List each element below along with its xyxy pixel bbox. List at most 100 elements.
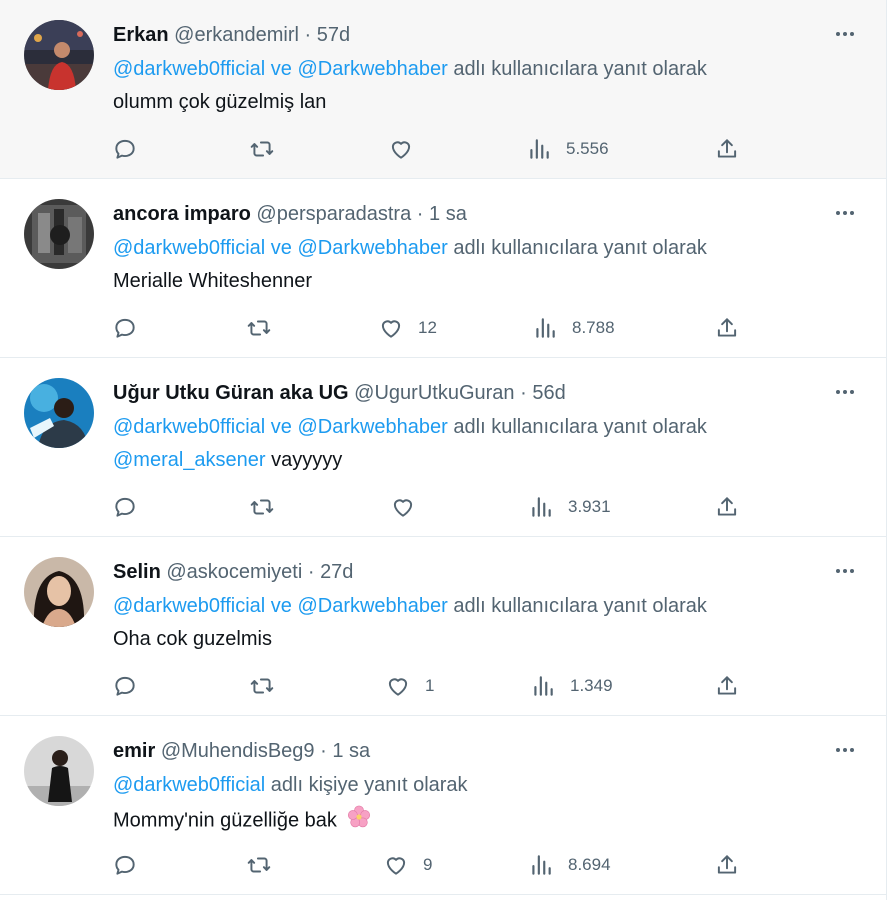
heart-icon	[388, 678, 408, 696]
share-button[interactable]	[714, 313, 740, 343]
heart-icon	[386, 857, 406, 875]
views-button[interactable]: 8.788	[532, 313, 615, 343]
more-icon[interactable]	[832, 382, 858, 402]
share-icon	[717, 676, 737, 695]
like-button[interactable]	[390, 492, 430, 522]
tweet-body: vayyyyy	[271, 449, 343, 471]
tweet-item[interactable]: Uğur Utku Güran aka UG @UgurUtkuGuran · …	[0, 358, 886, 537]
tweet-header: ancora imparo @persparadastra · 1 sa	[113, 201, 816, 227]
share-button[interactable]	[714, 850, 740, 880]
body-mention-link[interactable]: @meral_aksener	[113, 449, 266, 471]
share-button[interactable]	[714, 492, 740, 522]
share-icon	[717, 139, 737, 158]
tweet-item[interactable]: ancora imparo @persparadastra · 1 sa @da…	[0, 179, 886, 358]
avatar[interactable]	[24, 557, 94, 627]
author-handle[interactable]: @MuhendisBeg9	[161, 740, 315, 762]
mention-link[interactable]: @darkweb0fficial ve @Darkwebhaber	[113, 237, 448, 259]
tweet-body: Mommy'nin güzelliğe bak	[113, 809, 337, 832]
author-name[interactable]: Selin	[113, 561, 161, 583]
share-icon	[717, 318, 737, 337]
tweet-header: Selin @askocemiyeti · 27d	[113, 559, 816, 585]
more-icon[interactable]	[832, 24, 858, 44]
retweet-button[interactable]	[249, 671, 275, 701]
heart-icon	[391, 141, 411, 159]
timestamp[interactable]: 27d	[320, 561, 353, 583]
mention-link[interactable]: @darkweb0fficial ve @Darkwebhaber	[113, 58, 448, 80]
author-name[interactable]: emir	[113, 740, 155, 762]
reply-suffix: adlı kullanıcılara yanıt olarak	[453, 595, 707, 617]
avatar[interactable]	[24, 378, 94, 448]
more-icon[interactable]	[832, 561, 858, 581]
tweet-header: emir @MuhendisBeg9 · 1 sa	[113, 738, 816, 764]
tweet-actions: 12 8.788	[0, 313, 886, 343]
author-handle[interactable]: @erkandemirl	[174, 24, 299, 46]
replying-to: @darkweb0fficial ve @Darkwebhaber adlı k…	[113, 592, 846, 620]
more-icon[interactable]	[832, 740, 858, 760]
separator: ·	[416, 203, 424, 225]
timestamp[interactable]: 1 sa	[429, 203, 467, 225]
avatar[interactable]	[24, 199, 94, 269]
share-button[interactable]	[714, 671, 740, 701]
views-button[interactable]: 1.349	[530, 671, 613, 701]
author-name[interactable]: ancora imparo	[113, 203, 251, 225]
share-icon	[717, 855, 737, 874]
like-button[interactable]	[388, 134, 428, 164]
tweet-header: Erkan @erkandemirl · 57d	[113, 22, 816, 48]
separator: ·	[307, 561, 315, 583]
tweet-body: Merialle Whiteshenner	[113, 270, 312, 292]
tweet-item[interactable]: emir @MuhendisBeg9 · 1 sa @darkweb0ffici…	[0, 716, 886, 895]
avatar[interactable]	[24, 20, 94, 90]
share-button[interactable]	[714, 134, 740, 164]
reply-button[interactable]	[112, 671, 138, 701]
more-icon[interactable]	[832, 203, 858, 223]
tweet-item[interactable]: Erkan @erkandemirl · 57d @darkweb0fficia…	[0, 0, 886, 179]
tweet-actions: 5.556	[0, 134, 886, 164]
retweet-icon	[250, 499, 274, 515]
like-count: 12	[418, 318, 437, 337]
author-handle[interactable]: @UgurUtkuGuran	[354, 382, 514, 404]
timestamp[interactable]: 56d	[532, 382, 565, 404]
like-button[interactable]: 9	[383, 850, 432, 880]
share-icon	[717, 497, 737, 516]
timestamp[interactable]: 1 sa	[332, 740, 370, 762]
mention-link[interactable]: @darkweb0fficial	[113, 774, 265, 796]
tweet-text: @meral_aksener vayyyyy	[113, 446, 846, 474]
retweet-button[interactable]	[246, 850, 272, 880]
reply-icon	[115, 139, 135, 159]
tweet-actions: 3.931	[0, 492, 886, 522]
views-button[interactable]: 5.556	[526, 134, 609, 164]
reply-suffix: adlı kişiye yanıt olarak	[270, 774, 468, 796]
avatar[interactable]	[24, 736, 94, 806]
mention-link[interactable]: @darkweb0fficial ve @Darkwebhaber	[113, 416, 448, 438]
heart-icon	[381, 320, 401, 338]
tweet-actions: 1 1.349	[0, 671, 886, 701]
replying-to: @darkweb0fficial ve @Darkwebhaber adlı k…	[113, 234, 846, 262]
tweet-text: olumm çok güzelmiş lan	[113, 88, 846, 116]
reply-button[interactable]	[112, 492, 138, 522]
views-button[interactable]: 8.694	[528, 850, 611, 880]
author-handle[interactable]: @askocemiyeti	[166, 561, 302, 583]
views-icon	[532, 497, 551, 517]
views-icon	[530, 139, 549, 159]
retweet-icon	[247, 857, 271, 873]
retweet-button[interactable]	[246, 313, 272, 343]
tweet-text: Merialle Whiteshenner	[113, 267, 846, 295]
reply-suffix: adlı kullanıcılara yanıt olarak	[453, 237, 707, 259]
reply-button[interactable]	[112, 134, 138, 164]
like-button[interactable]: 1	[385, 671, 434, 701]
retweet-button[interactable]	[249, 492, 275, 522]
mention-link[interactable]: @darkweb0fficial ve @Darkwebhaber	[113, 595, 448, 617]
like-button[interactable]: 12	[378, 313, 437, 343]
author-name[interactable]: Uğur Utku Güran aka UG	[113, 382, 349, 404]
tweet-body: olumm çok güzelmiş lan	[113, 91, 327, 113]
timestamp[interactable]: 57d	[317, 24, 350, 46]
tweet-item[interactable]: Selin @askocemiyeti · 27d @darkweb0ffici…	[0, 537, 886, 716]
views-button[interactable]: 3.931	[528, 492, 611, 522]
author-handle[interactable]: @persparadastra	[256, 203, 411, 225]
reply-suffix: adlı kullanıcılara yanıt olarak	[453, 416, 707, 438]
retweet-button[interactable]	[249, 134, 275, 164]
separator: ·	[304, 24, 312, 46]
reply-button[interactable]	[112, 313, 138, 343]
reply-button[interactable]	[112, 850, 138, 880]
author-name[interactable]: Erkan	[113, 24, 169, 46]
